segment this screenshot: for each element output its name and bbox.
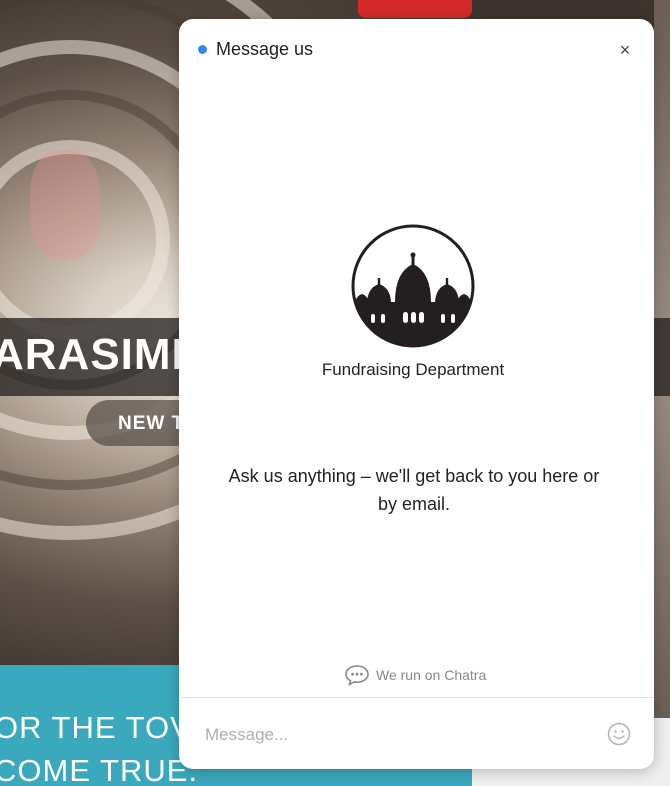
tag-pill-label: NEW T bbox=[118, 413, 185, 434]
message-input[interactable] bbox=[205, 719, 595, 751]
welcome-message: Ask us anything – we'll get back to you … bbox=[228, 466, 600, 514]
smiley-face-icon[interactable] bbox=[607, 722, 631, 746]
chat-title: Message us bbox=[216, 39, 314, 59]
branding-label: We run on Chatra bbox=[376, 667, 487, 683]
speech-bubble-icon bbox=[345, 665, 369, 686]
online-status-dot bbox=[198, 45, 207, 54]
chatra-branding-link[interactable]: We run on Chatra bbox=[344, 663, 486, 687]
agent-name: Fundraising Department bbox=[321, 360, 505, 379]
chat-widget: Message us × Fundraising Department Ask … bbox=[179, 19, 654, 769]
red-ribbon bbox=[358, 0, 472, 18]
chat-header: Message us × bbox=[179, 19, 654, 81]
department-avatar bbox=[351, 224, 475, 348]
close-icon[interactable]: × bbox=[615, 39, 635, 61]
promo-banner-line-2: COME TRUE. bbox=[0, 753, 199, 786]
input-divider bbox=[179, 697, 654, 698]
